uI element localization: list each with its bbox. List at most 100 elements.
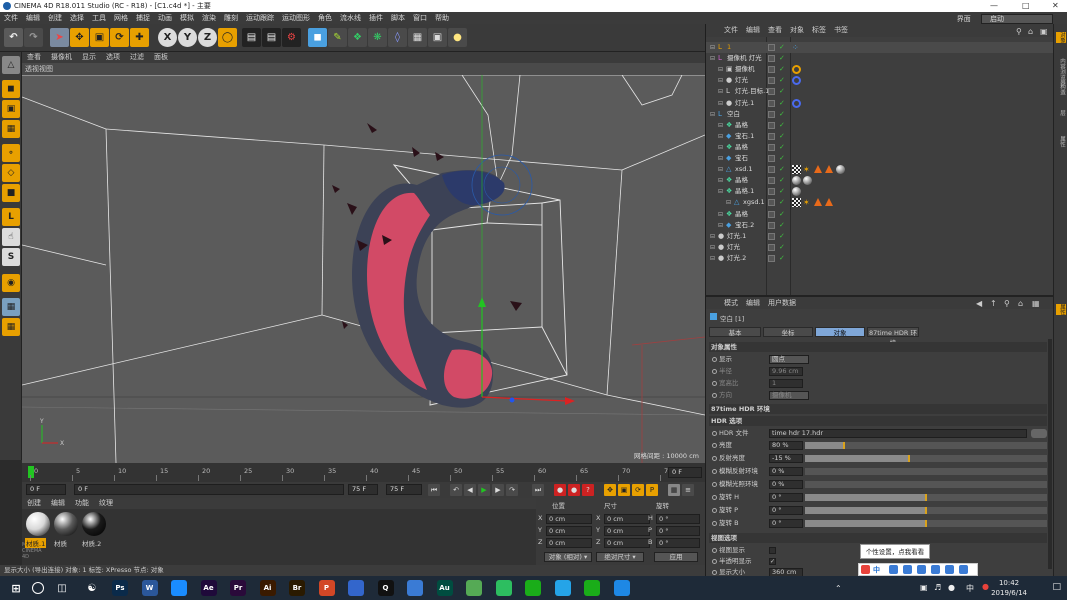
slider-track[interactable] [805, 455, 1047, 462]
coord-size[interactable]: 0 cm [604, 514, 650, 524]
ime-keyboard-icon[interactable] [931, 565, 940, 574]
current-frame-field[interactable]: 0 F [26, 484, 66, 495]
slider-track[interactable] [805, 507, 1047, 514]
slider-value[interactable]: 0 % [769, 467, 803, 476]
expand-toggle-icon[interactable]: ⊟ [718, 98, 723, 109]
tag-target-blue-icon[interactable] [792, 98, 801, 108]
expand-toggle-icon[interactable]: ⊟ [710, 242, 715, 253]
object-row[interactable]: ⊟ ❖ 晶格 ✓ [706, 142, 1054, 153]
object-menu-2[interactable]: 查看 [764, 24, 786, 37]
enable-check-icon[interactable]: ✓ [779, 209, 785, 220]
enable-check-icon[interactable]: ✓ [779, 75, 785, 86]
enable-check-icon[interactable]: ✓ [779, 253, 785, 264]
timeline-end-field[interactable]: 0 F [668, 467, 702, 478]
object-name[interactable]: 灯光 [727, 242, 740, 253]
visibility-toggle[interactable] [768, 88, 775, 96]
material-label[interactable]: 材质.2 [81, 538, 102, 548]
object-name[interactable]: xsd.1 [735, 164, 753, 175]
grid-icon[interactable]: ▦ [2, 318, 20, 336]
slider-handle[interactable] [925, 520, 927, 527]
object-name[interactable]: 灯光.2 [727, 253, 746, 264]
animate-dot[interactable] [712, 548, 717, 553]
right-rail-tab-4[interactable]: 属性 [1056, 136, 1066, 147]
expand-toggle-icon[interactable]: ⊟ [718, 142, 723, 153]
tag-dots-icon[interactable]: ⁘ [792, 43, 801, 52]
object-menu-3[interactable]: 对象 [786, 24, 808, 37]
ime-emoji-icon[interactable] [903, 565, 912, 574]
x-axis-lock-icon[interactable]: X [158, 28, 177, 47]
object-row[interactable]: ⊟ ▣ 摄像机 ✓ [706, 64, 1054, 75]
right-rail-tab-3[interactable]: 层 [1056, 110, 1066, 116]
object-name[interactable]: 灯光.目标.1 [735, 86, 769, 97]
attribute-tab-0[interactable]: 基本 [709, 327, 761, 337]
object-menu-4[interactable]: 标签 [808, 24, 830, 37]
menu-item-16[interactable]: 脚本 [387, 12, 409, 24]
visibility-toggle[interactable] [768, 77, 775, 85]
attribute-menu-0[interactable]: 模式 [720, 297, 742, 309]
object-row[interactable]: ⊟ ◆ 宝石 ✓ [706, 153, 1054, 164]
snap-icon[interactable]: S [2, 248, 20, 266]
enable-check-icon[interactable]: ✓ [779, 197, 785, 208]
taskbar-app-icon[interactable] [407, 580, 423, 596]
tag-target-blue-icon[interactable] [792, 76, 801, 86]
edges-mode-icon[interactable]: ◇ [2, 164, 20, 182]
object-menu-0[interactable]: 文件 [720, 24, 742, 37]
material-menu-2[interactable]: 功能 [70, 498, 94, 509]
menu-item-10[interactable]: 雕刻 [220, 12, 242, 24]
expand-toggle-icon[interactable]: ⊟ [718, 120, 723, 131]
prop-value[interactable]: 9.96 cm [769, 367, 803, 376]
coord-pos[interactable]: 0 cm [546, 526, 592, 536]
enable-check-icon[interactable]: ✓ [779, 42, 785, 53]
attribute-tab-1[interactable]: 坐标 [763, 327, 813, 337]
enable-check-icon[interactable]: ✓ [779, 64, 785, 75]
object-name[interactable]: 灯光 [735, 75, 748, 86]
slider-handle[interactable] [925, 494, 927, 501]
checkbox[interactable] [769, 547, 776, 554]
taskbar-app-icon[interactable] [466, 580, 482, 596]
attribute-scrollbar[interactable] [1048, 339, 1052, 569]
pen-icon[interactable]: ✎ [328, 28, 347, 47]
lock-icon[interactable]: ⌂ [1018, 299, 1023, 308]
browse-file-button[interactable] [1031, 429, 1047, 438]
animate-dot[interactable] [712, 381, 717, 386]
render-view-icon[interactable]: ▤ [242, 28, 261, 47]
tag-triangle-icon[interactable] [825, 165, 833, 174]
taskbar-app-icon[interactable] [525, 580, 541, 596]
coordinate-system-icon[interactable]: ◯ [218, 28, 237, 47]
object-row[interactable]: ⊟ ● 灯光.2 ✓ [706, 253, 1054, 264]
taskbar-app-icon[interactable]: P [318, 580, 335, 596]
camera-icon[interactable]: ▣ [428, 28, 447, 47]
minimize-icon[interactable]: — [990, 0, 998, 12]
sogou-logo-icon[interactable] [861, 565, 870, 574]
windows-start-icon[interactable]: ⊞ [8, 580, 24, 596]
taskbar-app-icon[interactable]: Ps [112, 580, 128, 596]
key-pla-icon[interactable]: ▦ [668, 484, 680, 496]
visibility-toggle[interactable] [768, 55, 775, 63]
object-name[interactable]: xgsd.1 [743, 197, 765, 208]
menu-item-12[interactable]: 运动图形 [278, 12, 314, 24]
taskbar-app-icon[interactable]: Q [377, 580, 394, 596]
object-row[interactable]: ⊟ △ xsd.1 ✓ ✶ [706, 164, 1054, 175]
mograph-cloner-icon[interactable]: ❋ [368, 28, 387, 47]
enable-check-icon[interactable]: ✓ [779, 131, 785, 142]
z-axis-lock-icon[interactable]: Z [198, 28, 217, 47]
coord-pos[interactable]: 0 cm [546, 538, 592, 548]
key-position-icon[interactable]: ✥ [604, 484, 616, 496]
animate-dot[interactable] [712, 431, 717, 436]
app-pinned-icon[interactable]: ☯ [84, 580, 100, 596]
search-attr-icon[interactable]: ⚲ [1004, 299, 1010, 308]
object-name[interactable]: 摄像机 灯光 [727, 53, 762, 64]
autokey-icon[interactable]: ● [568, 484, 580, 496]
object-name[interactable]: 宝石.2 [735, 220, 754, 231]
previous-key-icon[interactable]: ↶ [450, 484, 462, 496]
viewport-menu-0[interactable]: 查看 [22, 52, 46, 63]
taskbar-app-icon[interactable]: Br [289, 580, 305, 596]
animate-dot[interactable] [712, 469, 717, 474]
animate-dot[interactable] [712, 443, 717, 448]
tag-triangle-icon[interactable] [825, 198, 833, 207]
render-settings-icon[interactable]: ⚙ [282, 28, 301, 47]
taskbar-app-icon[interactable] [613, 580, 630, 596]
right-rail-tab-1[interactable]: 内容浏览器 [1056, 58, 1066, 86]
animate-dot[interactable] [712, 508, 717, 513]
checkbox[interactable]: ✓ [769, 558, 776, 565]
